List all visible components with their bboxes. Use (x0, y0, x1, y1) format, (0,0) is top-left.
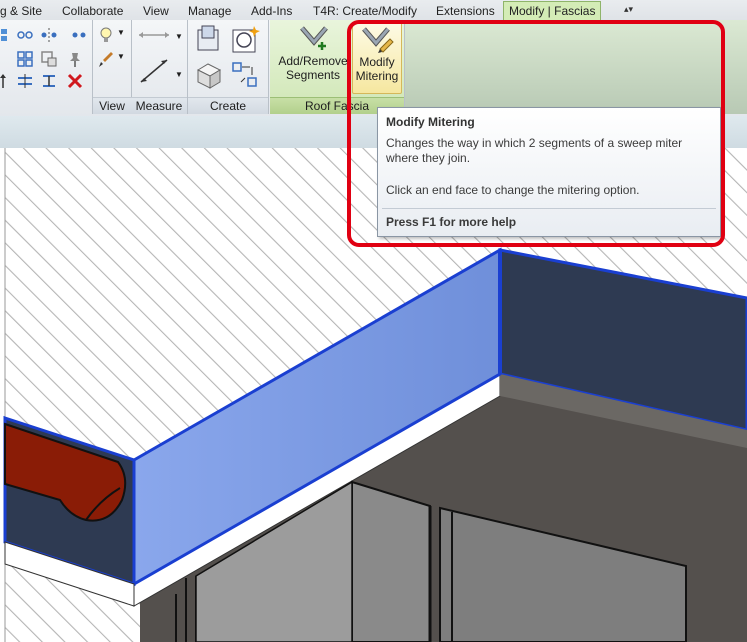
trim-icon[interactable] (40, 72, 58, 90)
scale-icon[interactable] (40, 50, 58, 68)
interior-wall (351, 480, 431, 642)
split-icon[interactable] (16, 72, 34, 90)
tab-t4r-create-modify[interactable]: T4R: Create/Modify (313, 2, 417, 20)
mirror-axis-icon[interactable] (40, 26, 58, 44)
chevron-down-icon[interactable]: ▼ (175, 70, 183, 79)
array-icon[interactable] (16, 50, 34, 68)
measure-icon[interactable] (137, 28, 171, 42)
delete-icon[interactable] (66, 72, 84, 90)
panel-create: Create (188, 20, 269, 114)
lightbulb-icon[interactable] (97, 26, 115, 44)
tab-add-ins[interactable]: Add-Ins (251, 2, 292, 20)
create-group-icon[interactable] (194, 24, 224, 54)
tab-building-site[interactable]: g & Site (0, 2, 42, 20)
panel-label-view: View (93, 97, 131, 114)
add-remove-segments-label-line2: Segments (285, 68, 341, 82)
annotation-highlight-box (347, 20, 725, 247)
tab-manage[interactable]: Manage (188, 2, 231, 20)
paintbrush-icon[interactable] (97, 50, 115, 68)
tab-extensions[interactable]: Extensions (436, 2, 495, 20)
tab-view[interactable]: View (143, 2, 169, 20)
panel-label-create: Create (188, 97, 268, 114)
ribbon-tab-bar: g & Site Collaborate View Manage Add-Ins… (0, 0, 747, 21)
panel-label-measure: Measure (131, 97, 187, 114)
tab-collaborate[interactable]: Collaborate (62, 2, 123, 20)
panel-view: ▼ ▼ View (93, 20, 132, 114)
panel-measure: ▼ ▼ Measure (131, 20, 188, 114)
add-remove-segments-label-line1: Add/Remove (278, 54, 348, 68)
chevron-down-icon[interactable]: ▼ (175, 32, 183, 41)
panel-modify (0, 20, 93, 114)
chevron-down-icon[interactable]: ▼ (117, 28, 125, 37)
create-parts-icon[interactable] (194, 60, 224, 90)
offset-icon[interactable] (16, 26, 34, 44)
create-similar-icon[interactable] (230, 24, 260, 54)
mirror-draw-icon[interactable] (70, 26, 88, 44)
create-assembly-icon[interactable] (230, 60, 260, 90)
tab-modify-fascias[interactable]: Modify | Fascias (503, 1, 602, 20)
ribbon-minimize-toggle[interactable]: ▴▾ (624, 3, 646, 16)
add-remove-segments-button[interactable]: Add/Remove Segments (274, 22, 352, 94)
dimension-icon[interactable] (137, 56, 173, 86)
pin-icon[interactable] (66, 50, 84, 68)
add-remove-segments-icon (300, 26, 328, 50)
chevron-down-icon[interactable]: ▼ (117, 52, 125, 61)
